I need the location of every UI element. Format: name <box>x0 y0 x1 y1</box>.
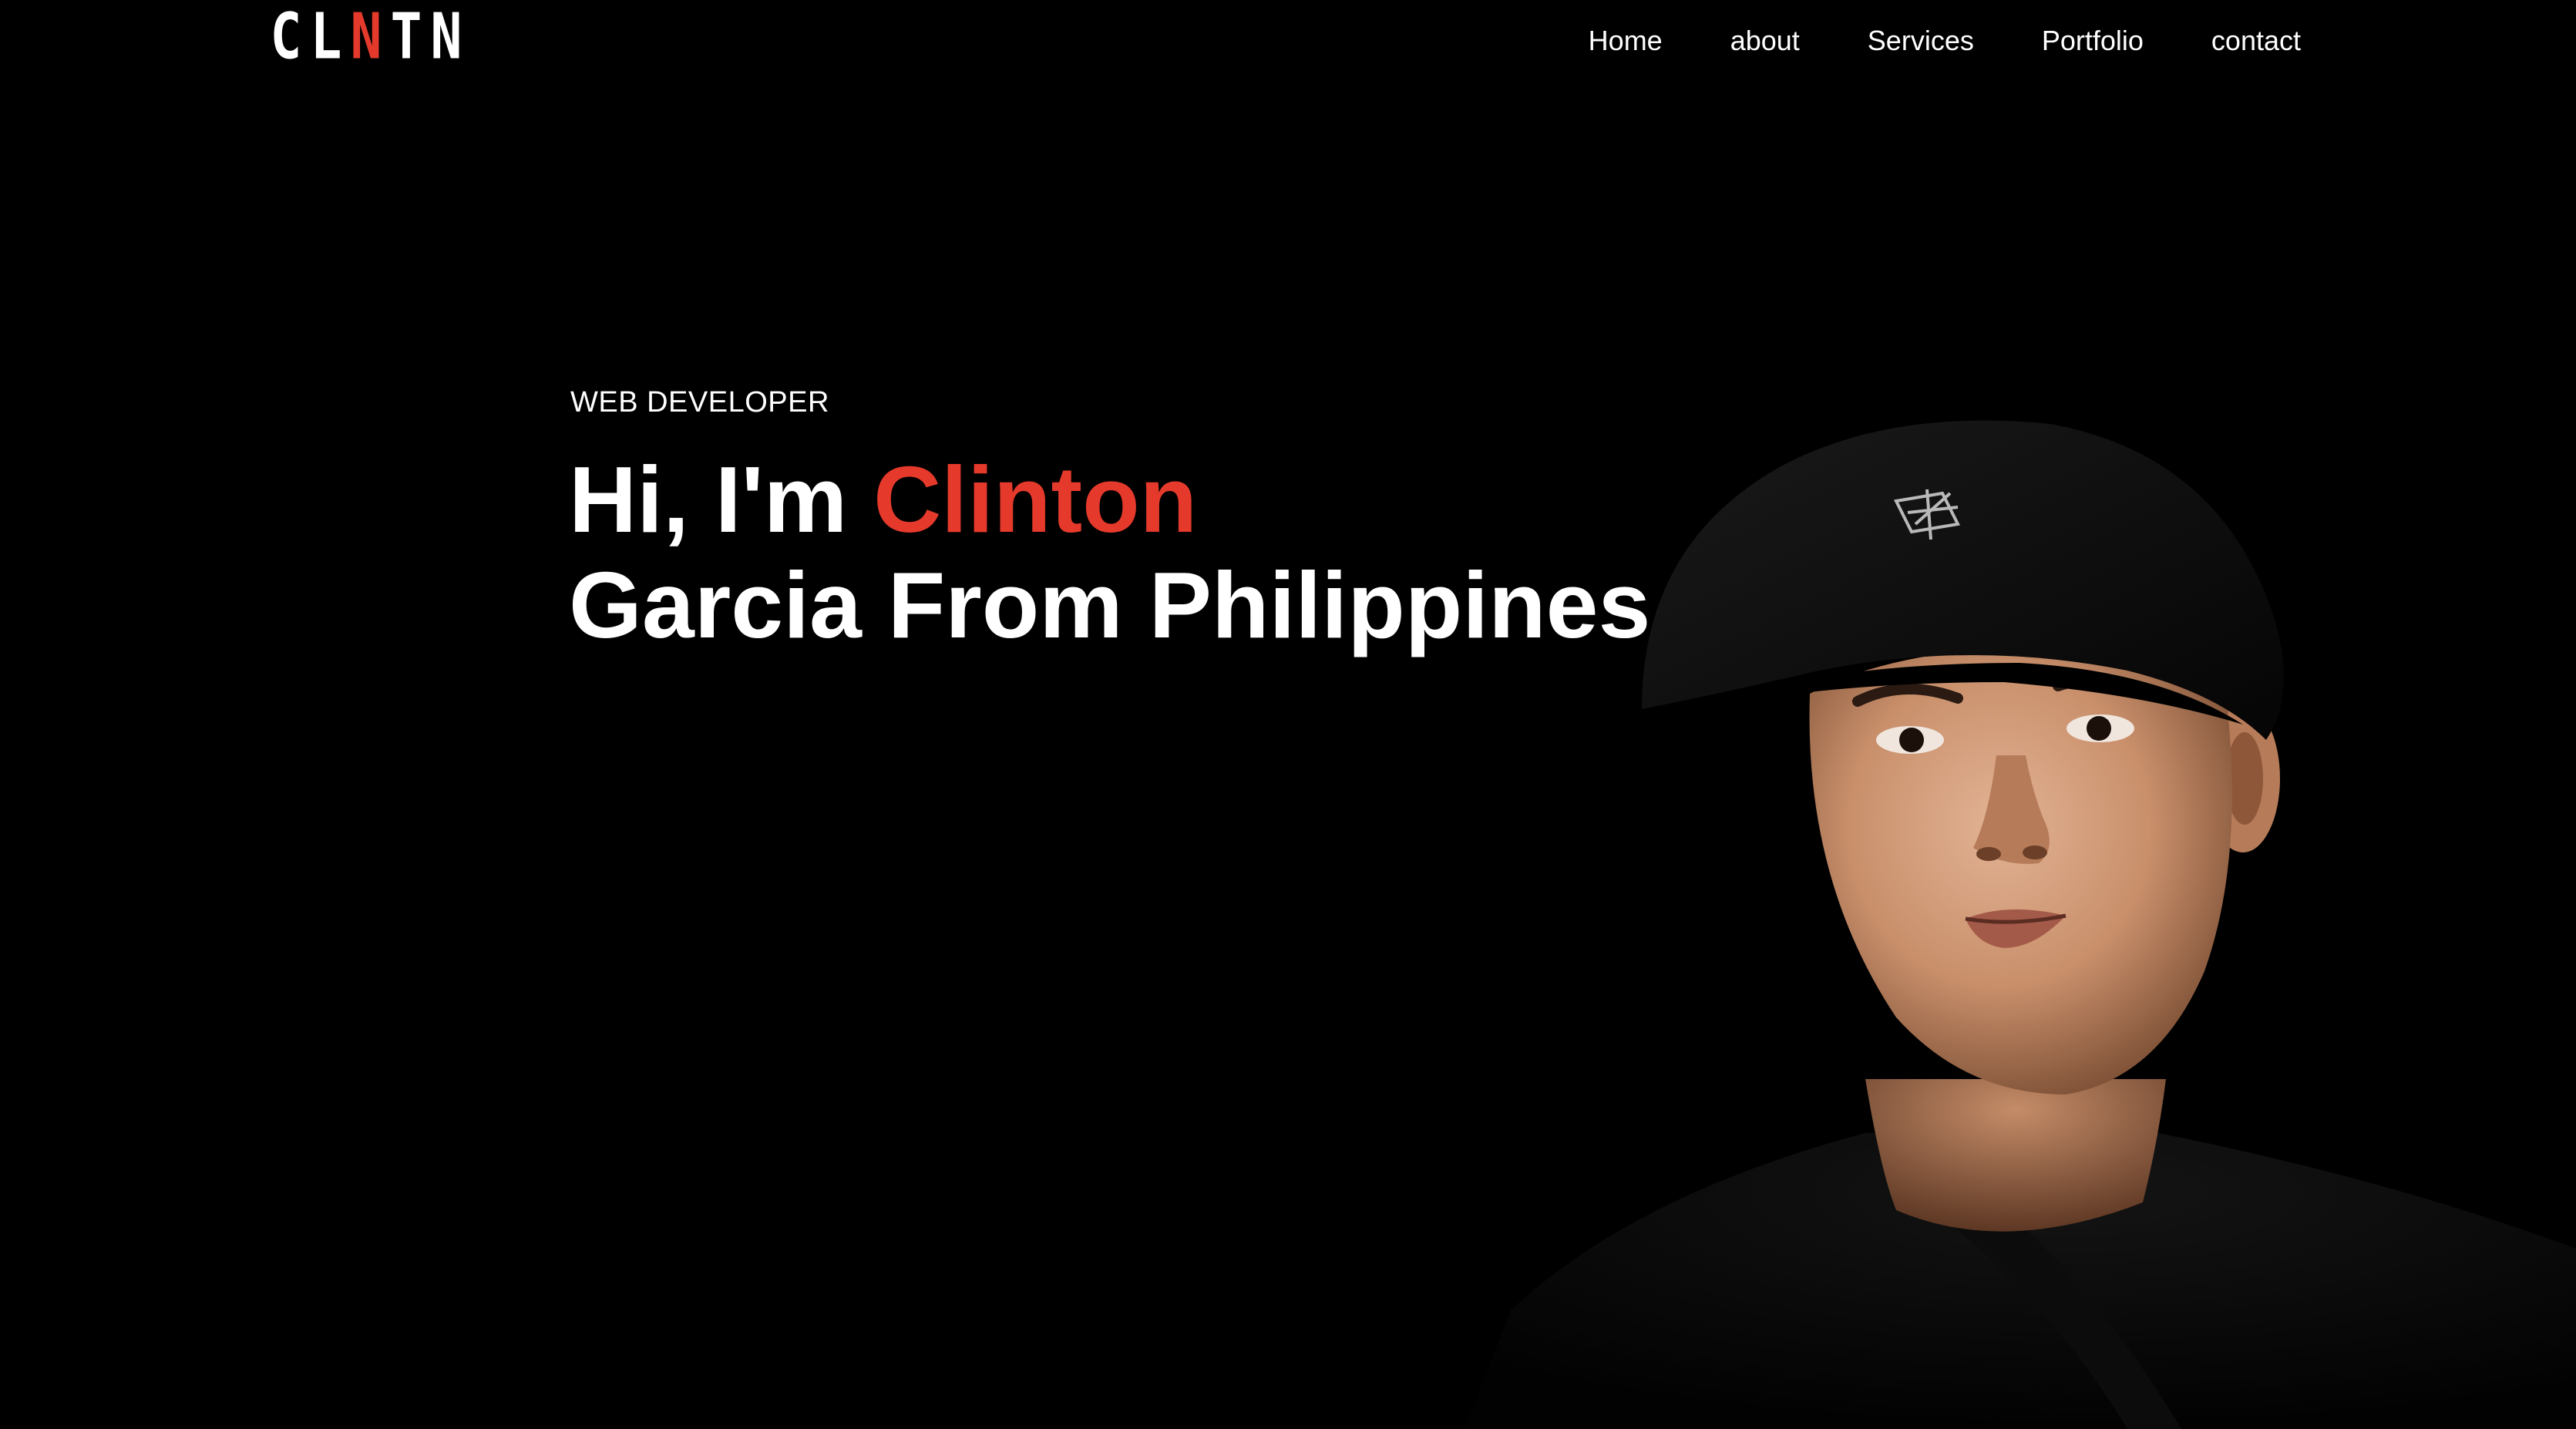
main-nav: Home about Services Portfolio contact <box>1589 20 2301 62</box>
nav-link-home[interactable]: Home <box>1589 20 1663 62</box>
logo-letter: C <box>270 1 302 74</box>
hero-title-highlight: Clinton <box>873 447 1198 552</box>
logo-letter: N <box>430 1 462 74</box>
logo-letter-accent: N <box>350 1 382 74</box>
portrait-photo <box>1465 416 2576 1429</box>
nav-link-contact[interactable]: contact <box>2211 20 2301 62</box>
portrait-illustration <box>1465 420 2576 1429</box>
nav-link-services[interactable]: Services <box>1868 20 1974 62</box>
page: C L N T N Home about Services Portfolio … <box>0 0 2576 1429</box>
hero-role: WEB DEVELOPER <box>570 386 829 419</box>
hero-title-prefix: Hi, I'm <box>569 447 874 552</box>
site-logo[interactable]: C L N T N <box>266 6 466 69</box>
logo-letter: L <box>310 1 342 74</box>
logo-letter: T <box>390 1 422 74</box>
nav-link-about[interactable]: about <box>1730 20 1800 62</box>
nav-link-portfolio[interactable]: Portfolio <box>2042 20 2144 62</box>
